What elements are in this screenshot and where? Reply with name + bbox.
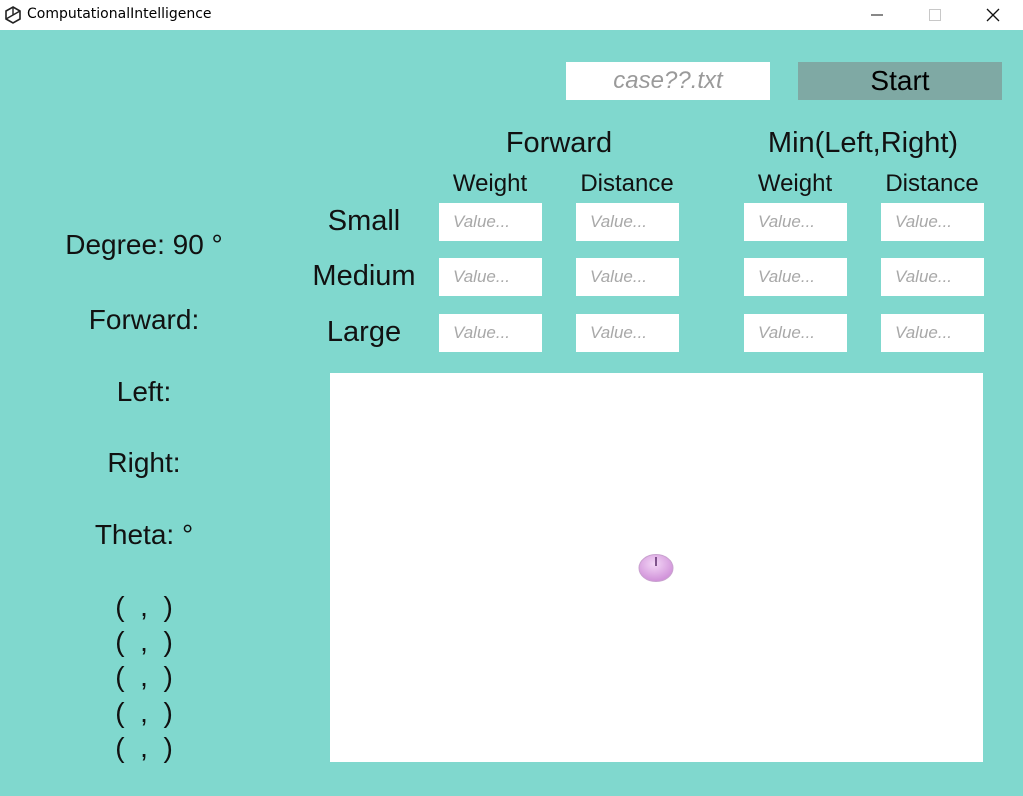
forward-readout: Forward: bbox=[88, 304, 200, 335]
left-readout: Left: bbox=[116, 376, 172, 407]
small-forward-distance-input[interactable] bbox=[576, 203, 679, 241]
close-button[interactable] bbox=[964, 0, 1022, 30]
col-forward-weight: Weight bbox=[452, 170, 528, 197]
window-title: ComputationalIntelligence bbox=[27, 6, 212, 22]
car-icon bbox=[638, 554, 674, 582]
large-forward-weight-input[interactable] bbox=[439, 314, 542, 352]
close-icon bbox=[986, 8, 1000, 22]
small-min-distance-input[interactable] bbox=[881, 203, 984, 241]
group-forward-title: Forward bbox=[505, 127, 613, 159]
start-button[interactable]: Start bbox=[798, 62, 1002, 100]
col-forward-distance: Distance bbox=[580, 170, 674, 197]
file-name-input[interactable] bbox=[566, 62, 770, 100]
small-forward-weight-input[interactable] bbox=[439, 203, 542, 241]
row-label-small: Small bbox=[327, 205, 401, 237]
col-min-distance: Distance bbox=[885, 170, 979, 197]
large-forward-distance-input[interactable] bbox=[576, 314, 679, 352]
coord-row-2: ( , ) bbox=[115, 626, 173, 657]
theta-readout: Theta: ° bbox=[94, 519, 194, 550]
maximize-button[interactable] bbox=[906, 0, 964, 30]
medium-min-weight-input[interactable] bbox=[744, 258, 847, 296]
minimize-button[interactable] bbox=[848, 0, 906, 30]
large-min-weight-input[interactable] bbox=[744, 314, 847, 352]
coord-row-1: ( , ) bbox=[115, 591, 173, 622]
large-min-distance-input[interactable] bbox=[881, 314, 984, 352]
maximize-icon bbox=[929, 9, 941, 21]
medium-forward-weight-input[interactable] bbox=[439, 258, 542, 296]
small-min-weight-input[interactable] bbox=[744, 203, 847, 241]
medium-forward-distance-input[interactable] bbox=[576, 258, 679, 296]
degree-readout: Degree: 90 ° bbox=[65, 229, 223, 260]
col-min-weight: Weight bbox=[757, 170, 833, 197]
right-readout: Right: bbox=[107, 447, 181, 478]
title-bar: ComputationalIntelligence bbox=[0, 0, 1023, 30]
simulation-canvas bbox=[330, 373, 983, 762]
coord-row-3: ( , ) bbox=[115, 661, 173, 692]
medium-min-distance-input[interactable] bbox=[881, 258, 984, 296]
unity-icon bbox=[5, 6, 21, 24]
minimize-icon bbox=[871, 14, 883, 16]
coord-row-5: ( , ) bbox=[115, 732, 173, 763]
row-label-medium: Medium bbox=[312, 260, 416, 292]
group-min-left-right-title: Min(Left,Right) bbox=[767, 127, 959, 159]
row-label-large: Large bbox=[326, 316, 402, 348]
coord-row-4: ( , ) bbox=[115, 697, 173, 728]
